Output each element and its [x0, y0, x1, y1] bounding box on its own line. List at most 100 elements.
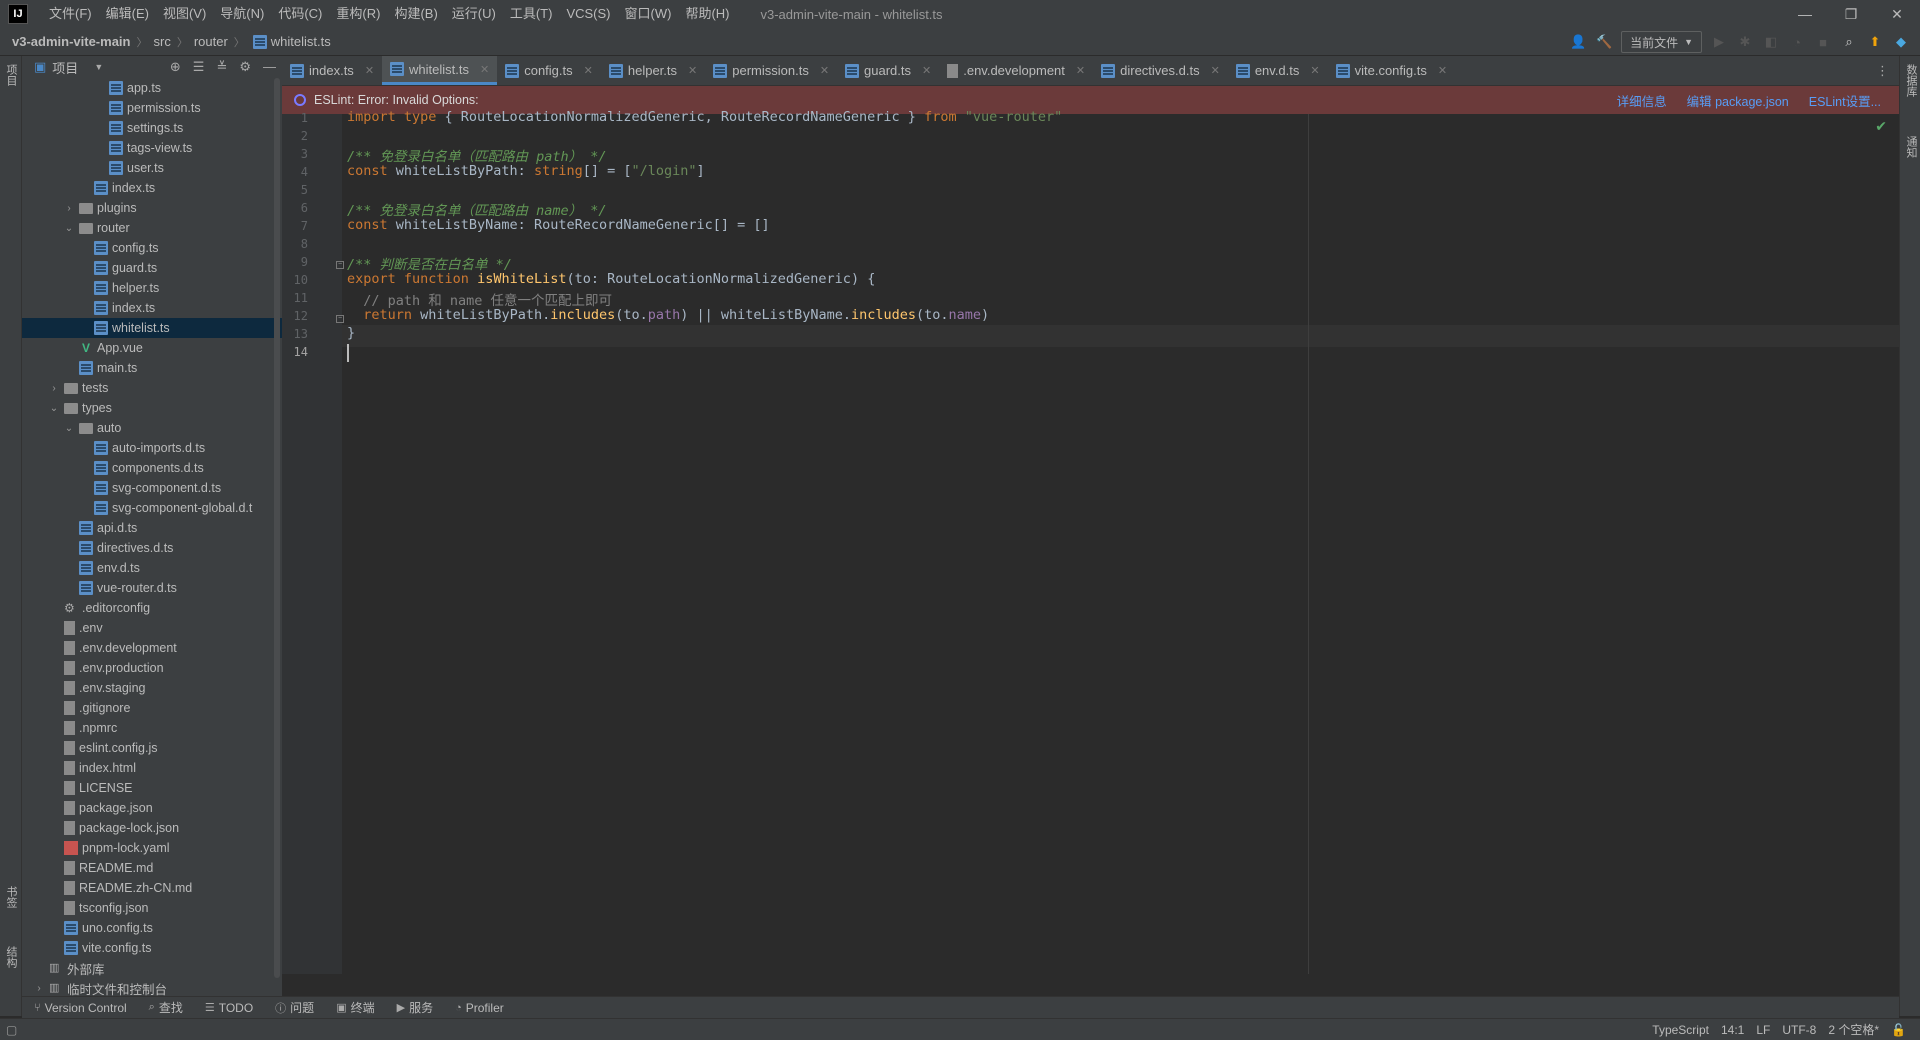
- tool-version-control[interactable]: ⑂ Version Control: [34, 1001, 127, 1015]
- tree-file[interactable]: settings.ts: [22, 118, 282, 138]
- restore-icon[interactable]: ❐: [1828, 0, 1874, 28]
- tool-problems[interactable]: ⓘ 问题: [275, 999, 314, 1016]
- tree-file[interactable]: .npmrc: [22, 718, 282, 738]
- run-config-select[interactable]: 当前文件 ▼: [1621, 31, 1702, 53]
- expand-all-icon[interactable]: ☰: [193, 59, 205, 75]
- tree-file[interactable]: helper.ts: [22, 278, 282, 298]
- status-caret-position[interactable]: 14:1: [1721, 1023, 1744, 1037]
- tree-file[interactable]: api.d.ts: [22, 518, 282, 538]
- user-icon[interactable]: 👤: [1569, 33, 1587, 51]
- project-panel-title[interactable]: 项目: [52, 58, 78, 77]
- editor-tab[interactable]: index.ts ✕: [282, 56, 382, 85]
- close-icon[interactable]: ✕: [584, 64, 593, 77]
- editor-tab[interactable]: directives.d.ts ✕: [1093, 56, 1228, 85]
- banner-eslint-settings-link[interactable]: ESLint设置...: [1809, 91, 1881, 110]
- close-icon[interactable]: ✕: [1076, 64, 1085, 77]
- tree-file[interactable]: .env.development: [22, 638, 282, 658]
- tree-file[interactable]: .env.staging: [22, 678, 282, 698]
- close-icon[interactable]: ✕: [1438, 64, 1447, 77]
- tree-file[interactable]: user.ts: [22, 158, 282, 178]
- close-icon[interactable]: ✕: [365, 64, 374, 77]
- run-icon[interactable]: ▶: [1710, 33, 1728, 51]
- tree-file[interactable]: README.md: [22, 858, 282, 878]
- bookmarks-tool-button[interactable]: 书签: [3, 886, 19, 908]
- status-line-separator[interactable]: LF: [1756, 1023, 1770, 1037]
- update-icon[interactable]: ⬆: [1866, 33, 1884, 51]
- build-hammer-icon[interactable]: 🔨: [1595, 33, 1613, 51]
- chevron-right-icon[interactable]: ›: [48, 383, 60, 394]
- settings-gear-icon[interactable]: ⚙: [239, 59, 251, 75]
- menu-item[interactable]: 编辑(E): [99, 0, 156, 28]
- tree-file[interactable]: ⚙ .editorconfig: [22, 598, 282, 618]
- chevron-right-icon[interactable]: ›: [63, 203, 75, 214]
- close-icon[interactable]: ✕: [480, 63, 489, 76]
- jetbrains-ai-icon[interactable]: ◆: [1892, 33, 1910, 51]
- menu-item[interactable]: 文件(F): [42, 0, 99, 28]
- tree-file[interactable]: svg-component.d.ts: [22, 478, 282, 498]
- fold-marker-icon[interactable]: −: [336, 315, 344, 323]
- chevron-down-icon[interactable]: ⌄: [63, 423, 75, 434]
- menu-item[interactable]: 导航(N): [213, 0, 271, 28]
- tree-file[interactable]: uno.config.ts: [22, 918, 282, 938]
- lock-icon[interactable]: 🔓: [1891, 1023, 1906, 1037]
- editor-tab[interactable]: .env.development ✕: [939, 56, 1093, 85]
- tabs-more-icon[interactable]: ⋮: [1866, 56, 1899, 85]
- close-icon[interactable]: ✕: [1211, 64, 1220, 77]
- tree-file[interactable]: env.d.ts: [22, 558, 282, 578]
- menu-item[interactable]: 代码(C): [271, 0, 329, 28]
- layout-toggle-icon[interactable]: ▢: [6, 1023, 17, 1037]
- tree-file[interactable]: index.ts: [22, 178, 282, 198]
- tool-profiler[interactable]: ◔ Profiler: [455, 1001, 504, 1015]
- project-tool-button[interactable]: 项目: [3, 64, 19, 86]
- tool-find[interactable]: ⌕ 查找: [149, 999, 183, 1016]
- tree-file[interactable]: index.html: [22, 758, 282, 778]
- tree-file[interactable]: auto-imports.d.ts: [22, 438, 282, 458]
- chevron-right-icon[interactable]: ›: [33, 983, 45, 994]
- stop-icon[interactable]: ■: [1814, 33, 1832, 51]
- tree-file[interactable]: app.ts: [22, 78, 282, 98]
- breadcrumb-router[interactable]: router: [194, 34, 228, 49]
- tree-file[interactable]: main.ts: [22, 358, 282, 378]
- close-icon[interactable]: ✕: [688, 64, 697, 77]
- project-tree-scrollbar[interactable]: [274, 78, 280, 978]
- breadcrumb-src[interactable]: src: [153, 34, 170, 49]
- tree-file[interactable]: vite.config.ts: [22, 938, 282, 958]
- menu-item[interactable]: 运行(U): [445, 0, 503, 28]
- menu-item[interactable]: 视图(V): [156, 0, 213, 28]
- tree-folder[interactable]: ⌄ auto: [22, 418, 282, 438]
- close-icon[interactable]: ✕: [922, 64, 931, 77]
- editor-tab[interactable]: guard.ts ✕: [837, 56, 939, 85]
- profile-icon[interactable]: ◔: [1788, 33, 1806, 51]
- tree-file[interactable]: tags-view.ts: [22, 138, 282, 158]
- banner-details-link[interactable]: 详细信息: [1617, 91, 1667, 110]
- tree-file[interactable]: package.json: [22, 798, 282, 818]
- editor-tab[interactable]: env.d.ts ✕: [1228, 56, 1328, 85]
- tool-todo[interactable]: ☰ TODO: [205, 1001, 253, 1015]
- tree-file[interactable]: ▥ 外部库: [22, 958, 282, 978]
- tree-file[interactable]: pnpm-lock.yaml: [22, 838, 282, 858]
- database-tool-button[interactable]: 数据库: [1903, 64, 1919, 97]
- hide-panel-icon[interactable]: —: [263, 59, 276, 75]
- status-indent[interactable]: 2 个空格*: [1828, 1021, 1879, 1038]
- menu-item[interactable]: 工具(T): [503, 0, 560, 28]
- tree-file[interactable]: whitelist.ts: [22, 318, 282, 338]
- inspection-ok-icon[interactable]: ✔: [1875, 118, 1887, 135]
- fold-marker-icon[interactable]: −: [336, 261, 344, 269]
- close-icon[interactable]: ✕: [1310, 64, 1319, 77]
- collapse-all-icon[interactable]: ≚: [216, 59, 227, 75]
- tree-file[interactable]: directives.d.ts: [22, 538, 282, 558]
- tree-file[interactable]: permission.ts: [22, 98, 282, 118]
- tree-folder[interactable]: › plugins: [22, 198, 282, 218]
- tree-file[interactable]: .env: [22, 618, 282, 638]
- tree-file[interactable]: vue-router.d.ts: [22, 578, 282, 598]
- status-encoding[interactable]: UTF-8: [1782, 1023, 1816, 1037]
- editor-tab[interactable]: vite.config.ts ✕: [1328, 56, 1455, 85]
- editor-tab[interactable]: whitelist.ts ✕: [382, 56, 498, 85]
- tree-folder[interactable]: ⌄ router: [22, 218, 282, 238]
- minimize-icon[interactable]: —: [1782, 0, 1828, 28]
- tool-terminal[interactable]: ▣ 终端: [336, 999, 374, 1016]
- tree-folder[interactable]: ⌄ types: [22, 398, 282, 418]
- code-editor[interactable]: 1 2 3 4 5 6 7 8 9 10 11 12 13 14 ✔ import type { Rout…: [282, 109, 1899, 974]
- tree-file[interactable]: config.ts: [22, 238, 282, 258]
- tree-file[interactable]: LICENSE: [22, 778, 282, 798]
